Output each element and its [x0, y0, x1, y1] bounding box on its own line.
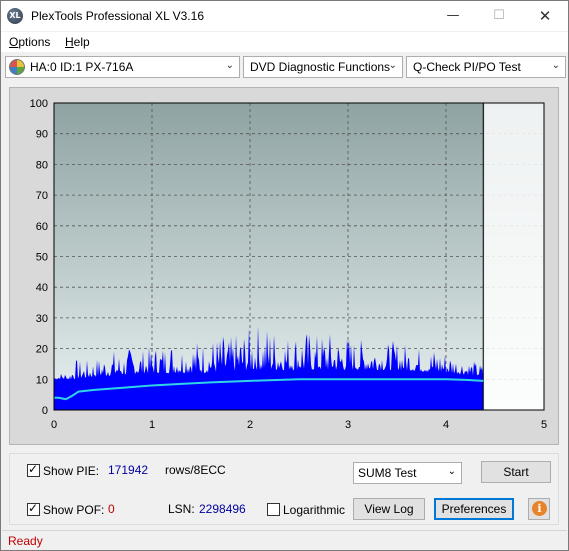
chevron-down-icon: ⌄	[447, 466, 456, 477]
drive-select-value: HA:0 ID:1 PX-716A	[30, 60, 134, 74]
pof-value: 0	[108, 502, 115, 516]
logarithmic-checkbox[interactable]	[267, 503, 280, 516]
drive-disc-icon	[9, 59, 25, 75]
chart-panel: 0 10 20 30 40 50 60 70 80 90 100 0 1 2 3 4 5	[9, 87, 559, 445]
menu-options-label: Options	[9, 35, 51, 49]
maximize-button[interactable]: ☐	[476, 1, 522, 31]
chevron-down-icon: ⌄	[225, 60, 234, 71]
y-tick-label: 60	[36, 221, 48, 233]
pie-value: 171942	[108, 463, 149, 477]
pi-po-chart: 0 10 20 30 40 50 60 70 80 90 100 0 1 2 3 4 5	[30, 98, 547, 431]
y-tick-label: 0	[42, 405, 48, 417]
chevron-down-icon: ⌄	[388, 60, 397, 71]
preferences-button[interactable]: Preferences	[434, 498, 514, 520]
x-tick-label: 4	[443, 419, 449, 431]
app-logo-icon: XL	[7, 8, 23, 24]
x-tick-label: 1	[149, 419, 155, 431]
y-tick-label: 40	[36, 282, 48, 294]
test-select[interactable]: Q-Check PI/PO Test ⌄	[406, 56, 566, 78]
sum-test-value: SUM8 Test	[358, 466, 417, 480]
x-tick-label: 0	[51, 419, 57, 431]
app-window: XL PlexTools Professional XL V3.16 — ☐ ✕…	[0, 0, 569, 551]
window-title: PlexTools Professional XL V3.16	[31, 9, 204, 23]
x-tick-label: 3	[345, 419, 351, 431]
logarithmic-label: Logarithmic	[283, 503, 346, 517]
close-button[interactable]: ✕	[522, 1, 568, 31]
sum-test-select[interactable]: SUM8 Test ⌄	[353, 462, 462, 484]
function-select[interactable]: DVD Diagnostic Functions ⌄	[243, 56, 403, 78]
x-tick-label: 2	[247, 419, 253, 431]
menu-bar: Options Help	[1, 32, 568, 52]
menu-help[interactable]: Help	[65, 35, 90, 49]
show-pie-checkbox[interactable]	[27, 462, 40, 477]
y-tick-label: 10	[36, 374, 48, 386]
y-tick-label: 70	[36, 190, 48, 202]
title-bar[interactable]: XL PlexTools Professional XL V3.16 — ☐ ✕	[1, 1, 568, 31]
info-icon: i	[532, 501, 547, 516]
chevron-down-icon: ⌄	[551, 60, 560, 71]
info-button[interactable]: i	[528, 498, 550, 520]
show-pof-checkbox[interactable]	[27, 501, 40, 516]
y-tick-label: 20	[36, 344, 48, 356]
unused-region	[484, 103, 544, 410]
lsn-label: LSN:	[168, 502, 195, 516]
start-button[interactable]: Start	[481, 461, 551, 483]
menu-options[interactable]: Options	[9, 35, 50, 49]
view-log-button[interactable]: View Log	[353, 498, 425, 520]
x-tick-label: 5	[541, 419, 547, 431]
y-tick-label: 90	[36, 129, 48, 141]
minimize-button[interactable]: —	[430, 1, 476, 31]
status-text: Ready	[8, 534, 43, 548]
drive-select[interactable]: HA:0 ID:1 PX-716A ⌄	[5, 56, 240, 78]
y-tick-label: 100	[30, 98, 48, 110]
y-tick-label: 50	[36, 252, 48, 264]
y-tick-label: 80	[36, 159, 48, 171]
rows-label: rows/8ECC	[165, 463, 226, 477]
y-tick-label: 30	[36, 313, 48, 325]
lsn-value: 2298496	[199, 502, 246, 516]
status-bar: Ready	[2, 530, 567, 550]
show-pie-label: Show PIE:	[43, 464, 100, 478]
test-select-value: Q-Check PI/PO Test	[413, 60, 521, 74]
function-select-value: DVD Diagnostic Functions	[250, 60, 391, 74]
menu-help-label: Help	[65, 35, 90, 49]
show-pof-label: Show POF:	[43, 503, 105, 517]
